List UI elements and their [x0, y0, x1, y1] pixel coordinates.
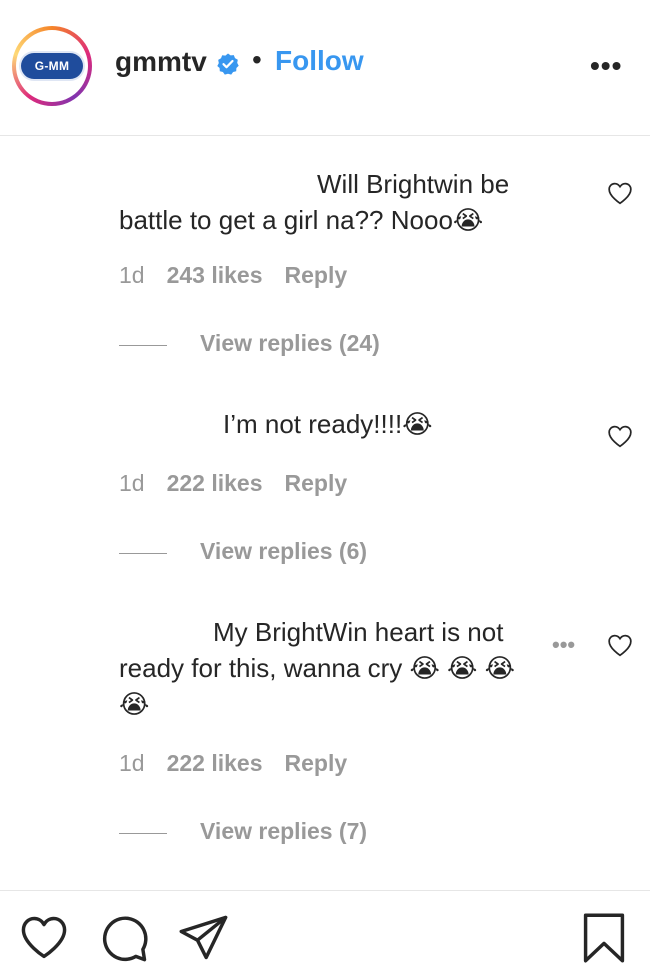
- bookmark-icon[interactable]: [578, 912, 630, 964]
- comment-2: I’m not ready!!!!😭: [119, 406, 559, 442]
- comment-3-reply-button[interactable]: Reply: [285, 750, 348, 776]
- comment-icon[interactable]: [99, 912, 151, 964]
- comment-3-meta: 1d 222 likes Reply: [119, 750, 369, 777]
- follow-button[interactable]: Follow: [275, 45, 364, 77]
- comment-2-likes[interactable]: 222 likes: [167, 470, 263, 496]
- comment-3-time: 1d: [119, 750, 145, 776]
- verified-badge-icon: [217, 53, 239, 75]
- comment-3-line-2: ready for this, wanna cry 😭 😭 😭: [119, 653, 516, 683]
- avatar[interactable]: G-MM: [12, 26, 92, 106]
- gmm-logo: G-MM: [21, 53, 83, 79]
- comment-3-replies-line: [119, 833, 167, 834]
- comment-1-line-2: battle to get a girl na?? Nooo😭: [119, 205, 484, 235]
- comment-3-view-replies[interactable]: View replies (7): [200, 818, 367, 845]
- comment-2-replies-line: [119, 553, 167, 554]
- more-icon[interactable]: •••: [590, 50, 622, 82]
- comment-2-view-replies[interactable]: View replies (6): [200, 538, 367, 565]
- comment-2-like-heart-icon[interactable]: [607, 424, 633, 448]
- separator-dot: •: [252, 44, 262, 75]
- post-header: G-MM gmmtv • Follow •••: [0, 0, 650, 136]
- share-icon[interactable]: [178, 912, 230, 964]
- comment-2-reply-button[interactable]: Reply: [285, 470, 348, 496]
- comment-3-line-1: My BrightWin heart is not: [213, 617, 504, 647]
- comment-3: My BrightWin heart is not ready for this…: [119, 614, 559, 722]
- comment-1-meta: 1d 243 likes Reply: [119, 262, 369, 289]
- comment-1-likes[interactable]: 243 likes: [167, 262, 263, 288]
- comment-3-likes[interactable]: 222 likes: [167, 750, 263, 776]
- comment-1-reply-button[interactable]: Reply: [285, 262, 348, 288]
- comment-3-line-3: 😭: [119, 689, 150, 719]
- actions-divider: [0, 890, 650, 891]
- comment-2-meta: 1d 222 likes Reply: [119, 470, 369, 497]
- comment-1-time: 1d: [119, 262, 145, 288]
- header-divider: [0, 135, 650, 136]
- comment-3-like-heart-icon[interactable]: [607, 633, 633, 657]
- heart-icon[interactable]: [18, 912, 70, 964]
- comment-1-line-1: Will Brightwin be: [317, 169, 510, 199]
- username[interactable]: gmmtv: [115, 46, 207, 78]
- comment-3-more-icon[interactable]: •••: [552, 632, 575, 658]
- comment-1-like-heart-icon[interactable]: [607, 181, 633, 205]
- comment-1-replies-line: [119, 345, 167, 346]
- comment-2-time: 1d: [119, 470, 145, 496]
- comment-1: Will Brightwin be battle to get a girl n…: [119, 166, 559, 238]
- comment-1-view-replies[interactable]: View replies (24): [200, 330, 380, 357]
- avatar-inner: G-MM: [16, 30, 88, 102]
- comment-2-line-1: I’m not ready!!!!😭: [223, 409, 433, 439]
